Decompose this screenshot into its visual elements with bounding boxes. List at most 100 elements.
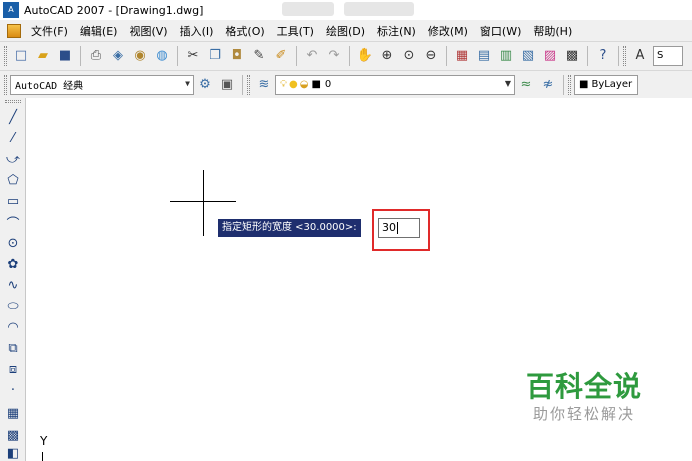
workspace-value: AutoCAD 经典 — [15, 81, 84, 92]
color-value: ByLayer — [591, 79, 633, 90]
ucs-icon — [42, 452, 43, 461]
toolbar-grip[interactable] — [4, 74, 7, 95]
blurred-area — [344, 2, 414, 16]
toolbar-grip[interactable] — [568, 74, 571, 95]
publish-icon[interactable]: ◉ — [131, 47, 149, 65]
cut-icon[interactable]: ✂ — [184, 47, 202, 65]
toolbar-separator — [563, 74, 564, 95]
hatch-icon[interactable]: ▦ — [4, 404, 22, 422]
line-icon[interactable]: ╱ — [4, 108, 22, 126]
color-combo[interactable]: ■ ByLayer — [574, 74, 638, 95]
workspace-settings-icon[interactable]: ⚙ — [196, 76, 214, 94]
crosshair-cursor — [203, 170, 204, 236]
redo-icon[interactable]: ↷ — [325, 47, 343, 65]
ucs-y-label: Y — [40, 434, 48, 448]
polyline-icon[interactable]: ⤻ — [4, 150, 22, 168]
zoom-window-icon[interactable]: ⊙ — [400, 47, 418, 65]
print-icon[interactable]: ⎙ — [87, 47, 105, 65]
open-icon[interactable]: ▰ — [34, 47, 52, 65]
ellipse-arc-icon[interactable]: ◠ — [4, 318, 22, 336]
toolbar-separator — [296, 46, 297, 66]
layer-make-current-icon[interactable]: ≈ — [517, 76, 535, 94]
chevron-down-icon: ▼ — [504, 78, 511, 88]
zoom-prev-icon[interactable]: ⊖ — [422, 47, 440, 65]
menu-dimension[interactable]: 标注(N) — [371, 23, 422, 39]
preview-icon[interactable]: ◈ — [109, 47, 127, 65]
layer-value: 0 — [324, 79, 332, 90]
new-icon[interactable]: □ — [12, 47, 30, 65]
toolbar-separator — [242, 74, 243, 95]
color-swatch-icon: ■ — [311, 79, 321, 90]
menu-file[interactable]: 文件(F) — [25, 23, 74, 39]
workspace-combo[interactable]: AutoCAD 经典 ▼ — [10, 74, 194, 95]
designcenter-icon[interactable]: ▤ — [475, 47, 493, 65]
paste-icon[interactable]: ◘ — [228, 47, 246, 65]
revision-cloud-icon[interactable]: ✿ — [4, 255, 22, 273]
text-style-combo[interactable]: S — [653, 46, 683, 66]
toolbar-separator — [349, 46, 350, 66]
lock-icon: ◒ — [299, 79, 309, 90]
sheetset-icon[interactable]: ▧ — [519, 47, 537, 65]
lightbulb-icon: 💡︎ — [280, 79, 287, 90]
toolbar-grip[interactable] — [5, 100, 21, 103]
make-block-icon[interactable]: ⧈ — [4, 360, 22, 378]
watermark: 百科全说 助你轻松解决 — [514, 370, 654, 424]
menu-modify[interactable]: 修改(M) — [422, 23, 474, 39]
draw-toolbar: ╱ ⁄ ⤻ ⬠ ▭ ⌒ ⊙ ✿ ∿ ⬭ ◠ ⧉ ⧈ · ▦ ▩ ◧ — [0, 98, 26, 461]
toolbar-grip[interactable] — [4, 46, 7, 66]
point-icon[interactable]: · — [4, 381, 22, 399]
save-icon[interactable]: ■ — [56, 47, 74, 65]
layer-combo[interactable]: 💡︎ ● ◒ ■ 0 ▼ — [275, 74, 515, 95]
copy-icon[interactable]: ❐ — [206, 47, 224, 65]
markup-icon[interactable]: ▨ — [541, 47, 559, 65]
menu-format[interactable]: 格式(O) — [219, 23, 270, 39]
layer-previous-icon[interactable]: ≉ — [539, 76, 557, 94]
matchprop-icon[interactable]: ✎ — [250, 47, 268, 65]
polygon-icon[interactable]: ⬠ — [4, 171, 22, 189]
toolbar-separator — [177, 46, 178, 66]
standard-toolbar: □ ▰ ■ ⎙ ◈ ◉ ◍ ✂ ❐ ◘ ✎ ✐ ↶ ↷ ✋ ⊕ ⊙ ⊖ ▦ ▤ … — [0, 41, 692, 70]
watermark-title: 百科全说 — [525, 370, 642, 403]
pan-icon[interactable]: ✋ — [356, 47, 374, 65]
layer-manager-icon[interactable]: ≋ — [255, 76, 273, 94]
gradient-icon[interactable]: ▩ — [4, 426, 22, 444]
sun-icon: ● — [289, 79, 298, 90]
brush-icon[interactable]: ✐ — [272, 47, 290, 65]
menu-draw[interactable]: 绘图(D) — [320, 23, 371, 39]
ellipse-icon[interactable]: ⬭ — [4, 297, 22, 315]
toolbar-separator — [80, 46, 81, 66]
menu-tools[interactable]: 工具(T) — [271, 23, 320, 39]
insert-block-icon[interactable]: ⧉ — [4, 339, 22, 357]
toolbar-separator — [446, 46, 447, 66]
menu-window[interactable]: 窗口(W) — [474, 23, 527, 39]
circle-icon[interactable]: ⊙ — [4, 234, 22, 252]
menu-view[interactable]: 视图(V) — [123, 23, 173, 39]
undo-icon[interactable]: ↶ — [303, 47, 321, 65]
menu-bar: 文件(F) 编辑(E) 视图(V) 插入(I) 格式(O) 工具(T) 绘图(D… — [0, 20, 692, 41]
spline-icon[interactable]: ∿ — [4, 276, 22, 294]
text-style-icon[interactable]: A — [631, 47, 649, 65]
arc-icon[interactable]: ⌒ — [4, 213, 22, 232]
toolbar-grip[interactable] — [247, 74, 250, 95]
region-icon[interactable]: ◧ — [4, 447, 22, 459]
construction-line-icon[interactable]: ⁄ — [4, 129, 22, 147]
properties-icon[interactable]: ▦ — [453, 47, 471, 65]
chevron-down-icon: ▼ — [185, 78, 190, 88]
toolbar-separator — [587, 46, 588, 66]
menu-insert[interactable]: 插入(I) — [174, 23, 220, 39]
workspace-save-icon[interactable]: ▣ — [218, 76, 236, 94]
toolpalette-icon[interactable]: ▥ — [497, 47, 515, 65]
3d-icon[interactable]: ◍ — [153, 47, 171, 65]
rectangle-icon[interactable]: ▭ — [4, 192, 22, 210]
autocad-app-icon[interactable]: A — [3, 2, 19, 18]
dynamic-input-prompt: 指定矩形的宽度 <30.0000>: — [218, 219, 361, 237]
calculator-icon[interactable]: ▩ — [563, 47, 581, 65]
color-square-icon: ■ — [579, 79, 589, 90]
document-icon[interactable] — [7, 23, 21, 38]
toolbar-grip[interactable] — [623, 46, 626, 66]
zoom-realtime-icon[interactable]: ⊕ — [378, 47, 396, 65]
toolbar-separator — [618, 46, 619, 66]
menu-help[interactable]: 帮助(H) — [527, 23, 578, 39]
help-icon[interactable]: ? — [594, 47, 612, 65]
menu-edit[interactable]: 编辑(E) — [74, 23, 124, 39]
